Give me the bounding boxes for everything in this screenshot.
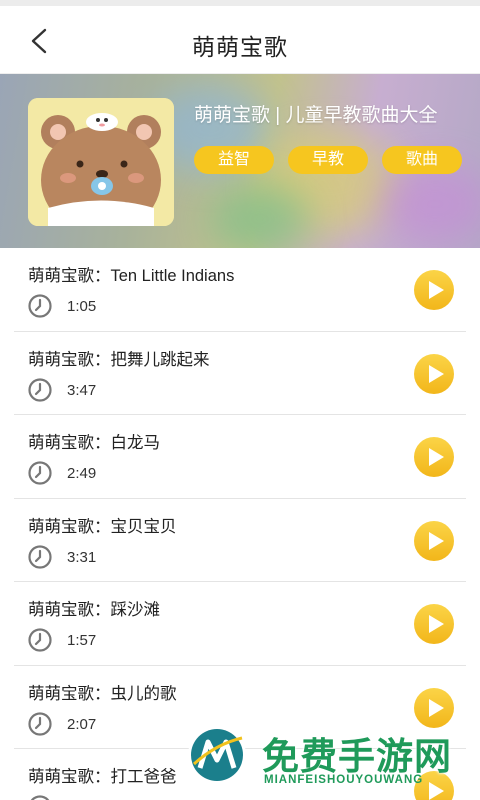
- song-duration: 2:07: [67, 715, 97, 733]
- clock-icon: [28, 628, 52, 652]
- song-row[interactable]: 萌萌宝歌：踩沙滩 1:57: [14, 582, 466, 666]
- album-tags: 益智 早教 歌曲: [194, 146, 462, 174]
- play-icon: [429, 364, 444, 383]
- song-duration: 3:31: [67, 548, 97, 566]
- tag-1[interactable]: 益智: [194, 146, 274, 174]
- play-icon: [429, 615, 444, 633]
- top-bar: 萌萌宝歌: [0, 6, 480, 74]
- page-title: 萌萌宝歌: [192, 34, 288, 60]
- watermark: 免费手游网 MIANFEISHOUYOUWANG: [186, 724, 476, 794]
- play-icon: [429, 281, 444, 299]
- clock-icon: [28, 544, 52, 569]
- clock-icon: [28, 461, 52, 485]
- play-icon: [429, 531, 444, 550]
- song-duration: 3:47: [67, 381, 97, 399]
- album-title: 萌萌宝歌 | 儿童早教歌曲大全: [194, 105, 438, 126]
- clock-icon: [28, 294, 52, 318]
- song-list: 萌萌宝歌：Ten Little Indians 1:05 萌萌宝歌：把舞儿跳起来…: [0, 248, 480, 800]
- watermark-title: 免费手游网: [262, 734, 452, 778]
- song-row[interactable]: 萌萌宝歌：Ten Little Indians 1:05: [14, 248, 466, 332]
- song-row[interactable]: 萌萌宝歌：白龙马 2:49: [14, 415, 466, 499]
- song-row[interactable]: 萌萌宝歌：宝贝宝贝 3:31: [14, 499, 466, 582]
- song-title: 萌萌宝歌：宝贝宝贝: [28, 517, 177, 536]
- play-button[interactable]: [414, 520, 454, 561]
- album-cover: [28, 98, 174, 226]
- watermark-logo-icon: [188, 726, 246, 784]
- clock-icon: [28, 377, 52, 402]
- play-button[interactable]: [414, 687, 454, 728]
- song-title: 萌萌宝歌：Ten Little Indians: [28, 267, 235, 285]
- song-row[interactable]: 萌萌宝歌：把舞儿跳起来 3:47: [14, 332, 466, 415]
- play-icon: [429, 448, 444, 466]
- song-title: 萌萌宝歌：虫儿的歌: [28, 684, 177, 703]
- song-title: 萌萌宝歌：把舞儿跳起来: [28, 350, 210, 369]
- play-icon: [429, 698, 444, 717]
- bear-illustration: [28, 98, 174, 226]
- play-button[interactable]: [414, 270, 454, 310]
- song-duration: 1:57: [67, 632, 97, 649]
- clock-icon: [28, 711, 52, 736]
- song-title: 萌萌宝歌：踩沙滩: [28, 601, 160, 619]
- song-duration: 2:49: [67, 465, 97, 482]
- play-button[interactable]: [414, 353, 454, 394]
- song-title: 萌萌宝歌：白龙马: [28, 434, 160, 452]
- song-title: 萌萌宝歌：打工爸爸: [28, 768, 177, 786]
- play-button[interactable]: [414, 437, 454, 477]
- tag-3[interactable]: 歌曲: [382, 146, 462, 174]
- play-button[interactable]: [414, 604, 454, 644]
- song-duration: 1:05: [67, 298, 97, 315]
- clock-icon: [30, 795, 50, 800]
- watermark-subtitle: MIANFEISHOUYOUWANG: [264, 774, 424, 786]
- tag-2[interactable]: 早教: [288, 146, 368, 174]
- album-banner: 萌萌宝歌 | 儿童早教歌曲大全 益智 早教 歌曲: [0, 74, 480, 248]
